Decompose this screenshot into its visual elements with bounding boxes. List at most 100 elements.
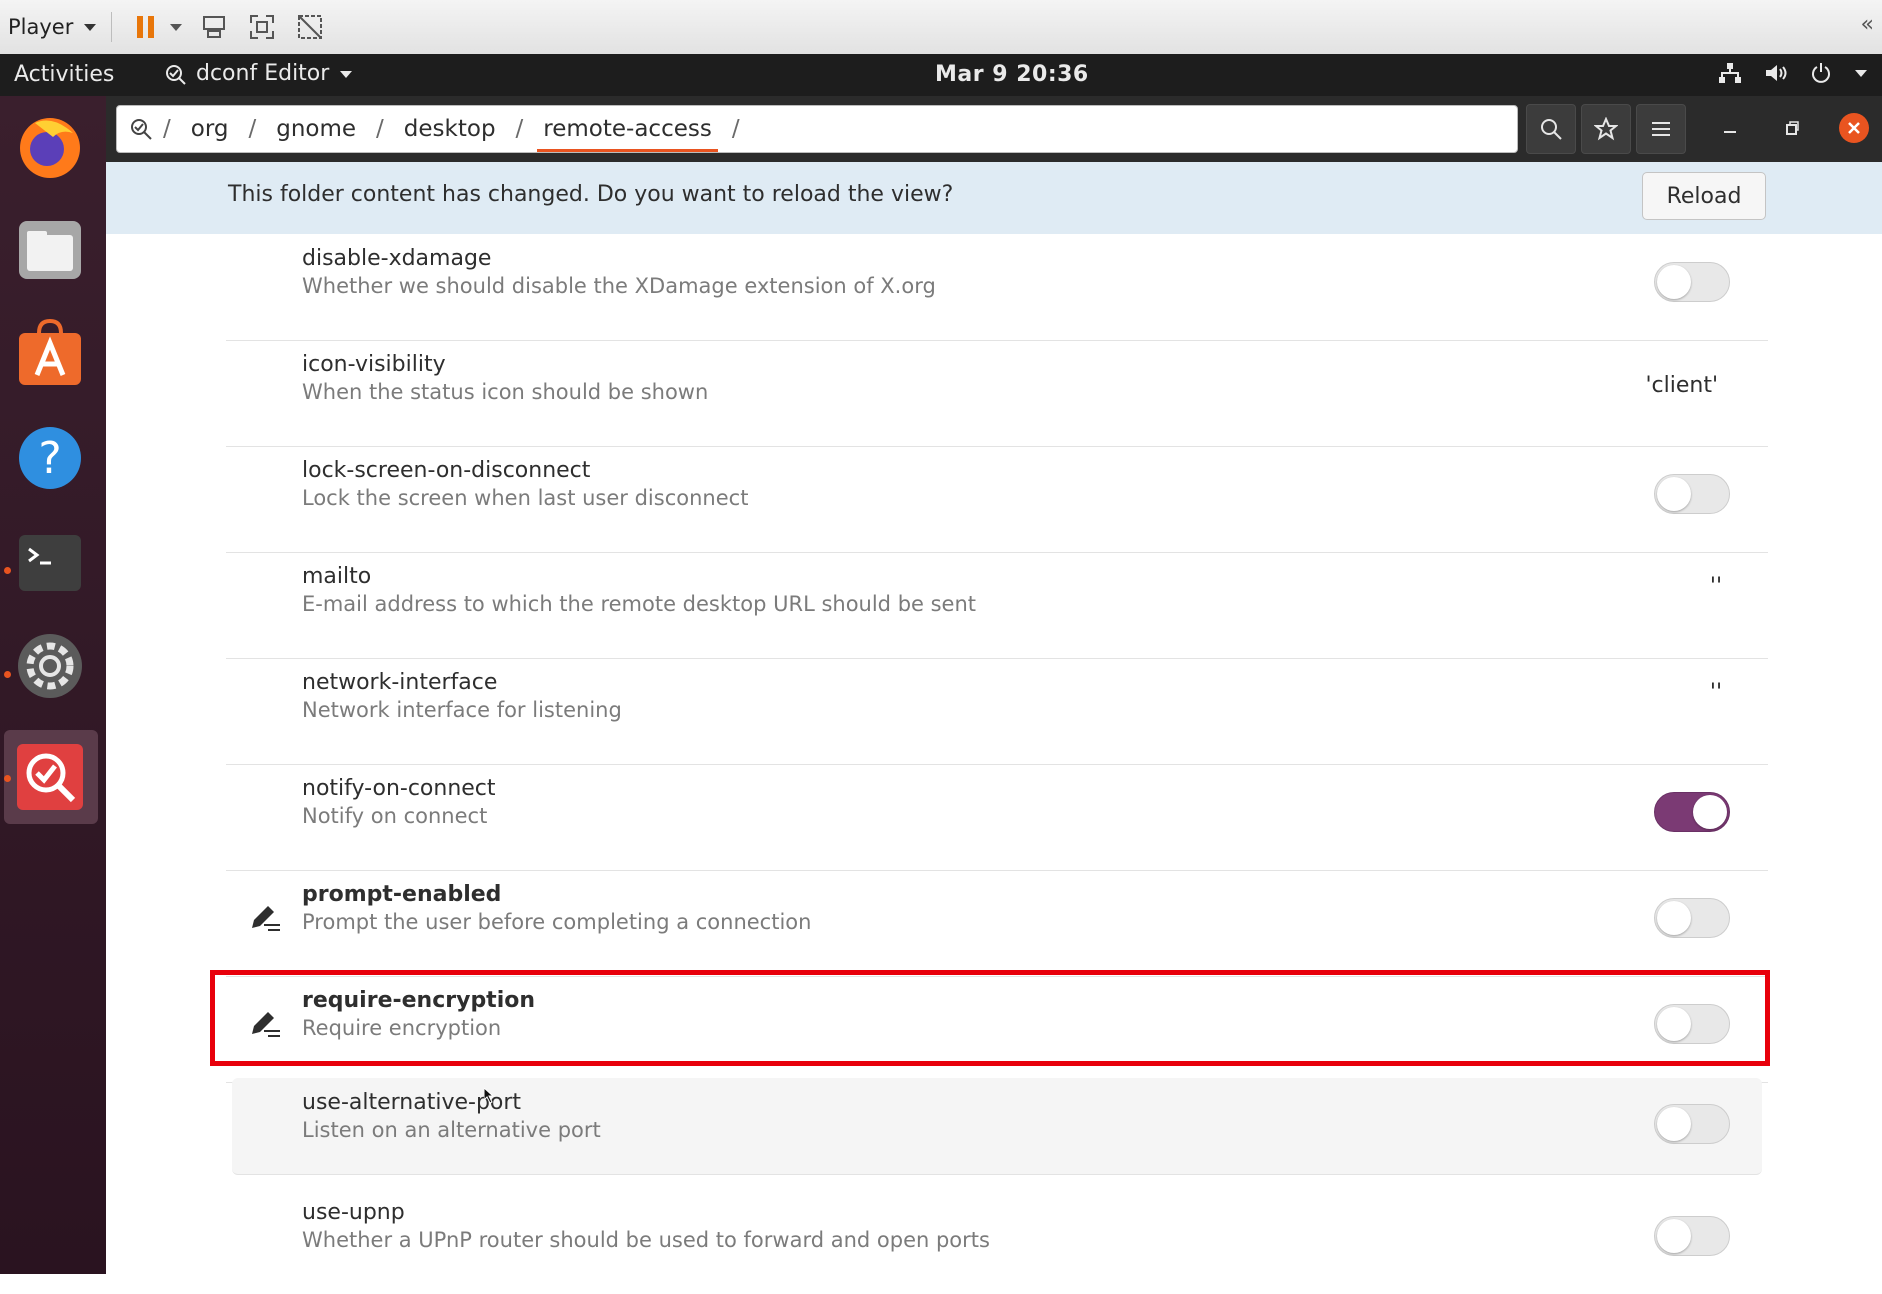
switch-knob [1657,1107,1691,1141]
search-icon [1541,119,1562,140]
search-button[interactable] [1526,104,1576,154]
fullscreen-icon [250,15,275,39]
switch-knob [1657,1007,1691,1041]
chevron-down-icon [340,70,353,78]
system-tray[interactable] [1718,62,1868,84]
toggle-switch[interactable] [1654,792,1730,832]
fullscreen-button[interactable] [242,7,282,47]
key-row-icon-visibility[interactable]: icon-visibility When the status icon sho… [226,340,1768,447]
dconf-root-icon[interactable] [129,117,153,141]
key-description: Notify on connect [302,804,488,828]
pause-button[interactable] [126,7,166,47]
toolbar-divider [111,12,113,42]
dock-files[interactable] [14,214,86,286]
toggle-switch[interactable] [1654,1104,1730,1144]
dconf-app-icon [166,64,186,85]
key-row-use-upnp[interactable]: use-upnp Whether a UPnP router should be… [226,1188,1768,1294]
help-icon: ? [19,427,81,489]
key-row-use-alternative-port[interactable]: use-alternative-port Listen on an altern… [232,1078,1762,1175]
terminal-icon [19,535,81,591]
toggle-switch[interactable] [1654,1004,1730,1044]
unity-icon [298,15,323,39]
switch-knob [1693,795,1727,829]
key-row-require-encryption[interactable]: require-encryption Require encryption [226,976,1768,1083]
player-label: Player [8,15,74,39]
minimize-button[interactable] [1706,104,1754,152]
computer-keys-icon [203,16,226,38]
dock-dconf-editor[interactable] [14,741,86,813]
dock: ? [0,96,106,1274]
dock-software[interactable] [14,318,86,390]
path-segment-org[interactable]: org [191,116,229,142]
chevron-down-icon [170,24,183,31]
send-ctrl-alt-del-button[interactable] [194,7,234,47]
key-name: prompt-enabled [302,882,502,907]
path-segment-desktop[interactable]: desktop [404,116,496,142]
toggle-switch[interactable] [1654,898,1730,938]
key-value: '' [1709,680,1722,705]
running-indicator [4,671,11,678]
gnome-top-bar: Activities dconf Editor Mar 9 20:36 [0,54,1882,96]
key-name: icon-visibility [302,352,446,377]
firefox-icon [20,118,80,178]
key-row-prompt-enabled[interactable]: prompt-enabled Prompt the user before co… [226,870,1768,977]
key-name: mailto [302,564,372,589]
toggle-switch[interactable] [1654,262,1730,302]
path-segment-remote-access[interactable]: remote-access [537,116,718,152]
key-value: 'client' [1645,373,1718,398]
collapse-toolbar-icon[interactable]: « [1861,12,1874,37]
running-indicator [4,775,11,782]
dock-terminal[interactable] [14,526,86,598]
main-menu-button[interactable] [1636,104,1686,154]
close-button[interactable] [1830,104,1878,152]
reload-info-bar: This folder content has changed. Do you … [106,162,1882,235]
switch-knob [1657,477,1691,511]
pause-dropdown-button[interactable] [166,7,186,47]
key-name: notify-on-connect [302,776,496,801]
key-row-disable-xdamage[interactable]: disable-xdamage Whether we should disabl… [226,234,1768,341]
vm-player-toolbar: Player « [0,0,1882,55]
key-list: disable-xdamage Whether we should disabl… [106,234,1882,1274]
maximize-button[interactable] [1768,104,1816,152]
settings-icon [18,634,82,698]
key-row-notify-on-connect[interactable]: notify-on-connect Notify on connect [226,764,1768,871]
key-description: Listen on an alternative port [302,1118,601,1142]
bookmarks-button[interactable] [1581,104,1631,154]
info-message: This folder content has changed. Do you … [228,182,954,207]
key-row-mailto[interactable]: mailto E-mail address to which the remot… [226,552,1768,659]
key-description: Lock the screen when last user disconnec… [302,486,749,510]
close-icon [1839,113,1869,143]
path-bar[interactable]: / org / gnome / desktop / remote-access … [116,105,1518,153]
unity-button[interactable] [290,7,330,47]
player-menu[interactable]: Player [8,15,97,39]
clock[interactable]: Mar 9 20:36 [935,62,1089,87]
toggle-switch[interactable] [1654,474,1730,514]
dock-settings[interactable] [14,630,86,702]
switch-knob [1657,901,1691,935]
key-name: disable-xdamage [302,246,492,271]
path-separator: / [376,116,384,142]
key-name: lock-screen-on-disconnect [302,458,591,483]
reload-button[interactable]: Reload [1642,172,1766,220]
key-row-network-interface[interactable]: network-interface Network interface for … [226,658,1768,765]
key-name: use-upnp [302,1200,405,1225]
activities-button[interactable]: Activities [14,62,114,87]
network-icon [1719,63,1741,83]
dock-help[interactable]: ? [14,422,86,494]
key-value: '' [1709,574,1722,599]
star-icon [1594,117,1618,141]
files-icon [19,221,81,279]
path-segment-gnome[interactable]: gnome [276,116,356,142]
svg-text:?: ? [38,433,61,484]
minimize-icon [1724,131,1736,133]
key-row-lock-screen-on-disconnect[interactable]: lock-screen-on-disconnect Lock the scree… [226,446,1768,553]
key-description: When the status icon should be shown [302,380,709,404]
app-menu[interactable]: dconf Editor [164,61,353,86]
key-name: network-interface [302,670,498,695]
dock-firefox[interactable] [14,110,86,182]
toggle-switch[interactable] [1654,1216,1730,1256]
key-description: Whether a UPnP router should be used to … [302,1228,990,1252]
pencil-edit-icon [252,906,280,931]
app-name: dconf Editor [196,61,330,86]
key-description: Require encryption [302,1016,502,1040]
